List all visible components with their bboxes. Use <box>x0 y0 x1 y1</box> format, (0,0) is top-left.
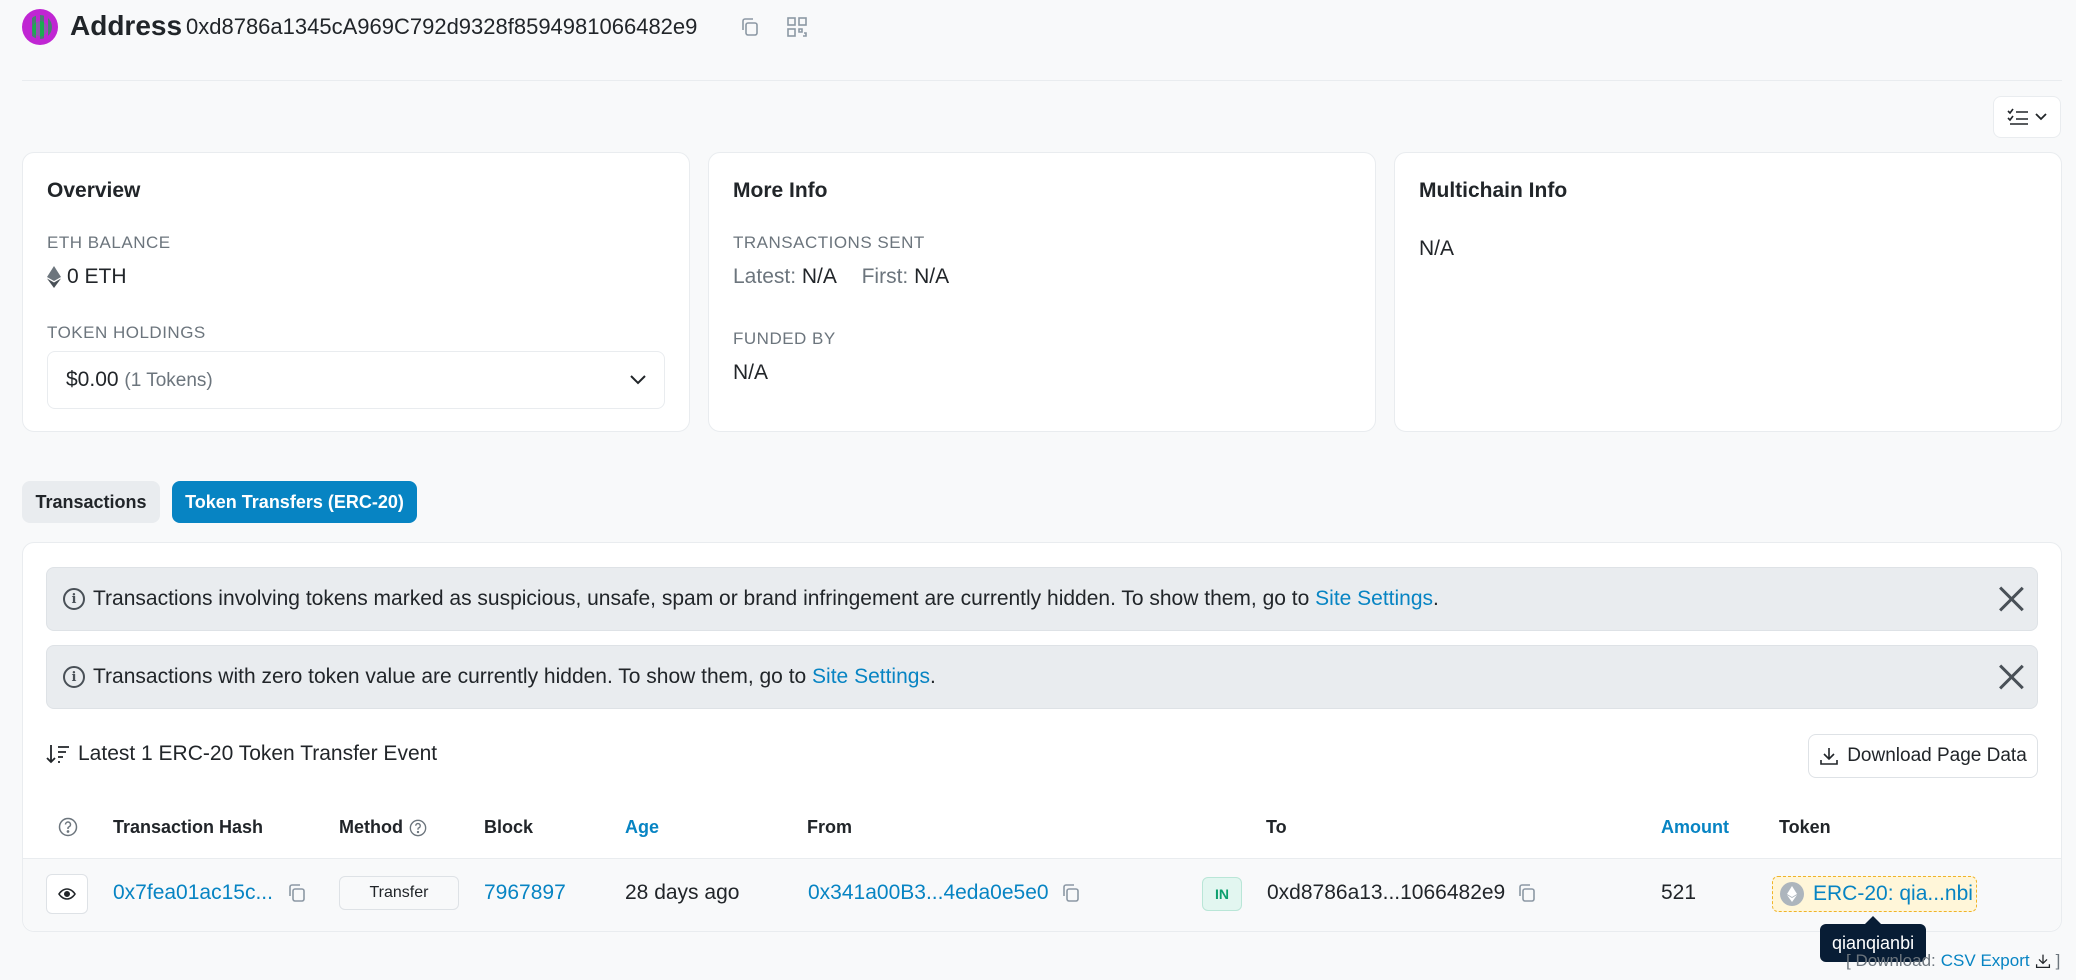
tab-token-transfers[interactable]: Token Transfers (ERC-20) <box>172 481 417 523</box>
hidden-suspicious-alert: i Transactions involving tokens marked a… <box>46 567 2038 631</box>
preview-button[interactable] <box>46 874 88 914</box>
multichain-info-card: Multichain Info N/A <box>1394 152 2062 432</box>
info-icon: i <box>63 666 85 688</box>
alert-text: Transactions involving tokens marked as … <box>93 587 1316 610</box>
transactions-sent-values: Latest: N/A First: N/A <box>733 265 949 289</box>
age-value: 28 days ago <box>625 881 740 904</box>
more-info-card: More Info TRANSACTIONS SENT Latest: N/A … <box>708 152 1376 432</box>
column-block: Block <box>484 817 534 837</box>
amount-value: 521 <box>1661 881 1697 904</box>
latest-value: N/A <box>801 265 836 288</box>
list-check-icon <box>2007 108 2028 125</box>
column-method: Method <box>339 817 427 838</box>
column-to: To <box>1266 817 1287 837</box>
copy-address-button[interactable] <box>737 14 763 40</box>
eth-balance-value: 0 ETH <box>67 265 127 288</box>
transaction-hash-link[interactable]: 0x7fea01ac15c... <box>113 881 273 905</box>
column-method-label: Method <box>339 817 403 837</box>
ethereum-icon <box>47 266 61 288</box>
alert-suffix: . <box>929 665 936 688</box>
header-divider <box>22 80 2062 81</box>
csv-export-link[interactable]: CSV Export <box>1941 951 2030 971</box>
column-amount[interactable]: Amount <box>1661 817 1729 838</box>
copy-icon <box>742 18 758 36</box>
funded-by-label: FUNDED BY <box>733 329 836 348</box>
overview-title: Overview <box>47 179 141 202</box>
to-cell: 0xd8786a13...1066482e9 <box>1267 881 1537 905</box>
eth-balance-label: ETH BALANCE <box>47 233 171 252</box>
csv-suffix: ] <box>2055 951 2061 970</box>
close-icon[interactable] <box>1997 663 2025 691</box>
copy-icon[interactable] <box>1517 883 1537 903</box>
chevron-down-icon <box>630 375 646 385</box>
view-options-button[interactable] <box>1993 96 2061 138</box>
copy-icon[interactable] <box>1061 883 1081 903</box>
token-link[interactable]: ERC-20: qia...nbi <box>1772 876 1977 912</box>
copy-icon[interactable] <box>287 883 307 903</box>
first-label: First: <box>861 265 909 288</box>
download-icon <box>1820 748 1839 765</box>
token-holdings-value: $0.00 (1 Tokens) <box>66 368 213 392</box>
hidden-zero-value-alert: i Transactions with zero token value are… <box>46 645 2038 709</box>
token-name: ERC-20: qia...nbi <box>1813 882 1973 905</box>
download-page-data-button[interactable]: Download Page Data <box>1808 734 2038 778</box>
close-icon[interactable] <box>1997 585 2025 613</box>
help-icon[interactable] <box>58 817 78 842</box>
transfer-summary: Latest 1 ERC-20 Token Transfer Event <box>46 742 437 766</box>
chevron-down-icon <box>2035 113 2047 121</box>
first-value: N/A <box>914 265 950 288</box>
address-hash: 0xd8786a1345cA969C792d9328f8594981066482… <box>186 14 698 39</box>
token-value: $0.00 <box>66 368 119 391</box>
overview-card: Overview ETH BALANCE 0 ETH TOKEN HOLDING… <box>22 152 690 432</box>
token-logo-icon <box>1780 882 1804 906</box>
latest-label: Latest: <box>733 265 797 288</box>
info-icon: i <box>63 588 85 610</box>
multichain-title: Multichain Info <box>1419 179 1568 202</box>
token-count: (1 Tokens) <box>124 370 213 391</box>
csv-export: [ Download: CSV Export ] <box>1846 951 2060 971</box>
transaction-hash-cell: 0x7fea01ac15c... <box>113 881 307 905</box>
csv-prefix: [ Download: <box>1846 951 1936 970</box>
column-from: From <box>807 817 852 837</box>
column-transaction-hash: Transaction Hash <box>113 817 264 837</box>
more-info-title: More Info <box>733 179 828 202</box>
direction-badge: IN <box>1202 877 1242 911</box>
column-age[interactable]: Age <box>625 817 659 838</box>
column-token: Token <box>1779 817 1831 837</box>
qr-code-icon <box>787 17 807 37</box>
sort-descending-icon <box>46 745 69 764</box>
transactions-sent-label: TRANSACTIONS SENT <box>733 233 925 252</box>
multichain-value: N/A <box>1419 237 1455 260</box>
alert-suffix: . <box>1433 587 1439 610</box>
address-avatar <box>22 9 58 45</box>
block-link[interactable]: 7967897 <box>484 881 566 905</box>
site-settings-link[interactable]: Site Settings <box>812 665 930 689</box>
funded-by-value: N/A <box>733 361 769 384</box>
from-cell: 0x341a00B3...4eda0e5e0 <box>808 881 1081 905</box>
qr-code-button[interactable] <box>784 14 810 40</box>
help-icon[interactable] <box>409 819 427 837</box>
site-settings-link[interactable]: Site Settings <box>1315 587 1433 611</box>
alert-text: Transactions with zero token value are c… <box>93 665 813 688</box>
download-label: Download Page Data <box>1847 745 2027 766</box>
page-title: Address <box>70 10 183 41</box>
eth-balance: 0 ETH <box>47 265 127 289</box>
download-icon[interactable] <box>2035 953 2051 969</box>
method-badge: Transfer <box>339 876 459 910</box>
summary-text: Latest 1 ERC-20 Token Transfer Event <box>78 742 438 765</box>
eye-icon <box>58 888 76 900</box>
token-holdings-label: TOKEN HOLDINGS <box>47 323 206 342</box>
token-holdings-dropdown[interactable]: $0.00 (1 Tokens) <box>47 351 665 409</box>
from-address-link[interactable]: 0x341a00B3...4eda0e5e0 <box>808 881 1049 905</box>
tab-transactions[interactable]: Transactions <box>22 481 160 523</box>
to-address: 0xd8786a13...1066482e9 <box>1267 881 1506 904</box>
